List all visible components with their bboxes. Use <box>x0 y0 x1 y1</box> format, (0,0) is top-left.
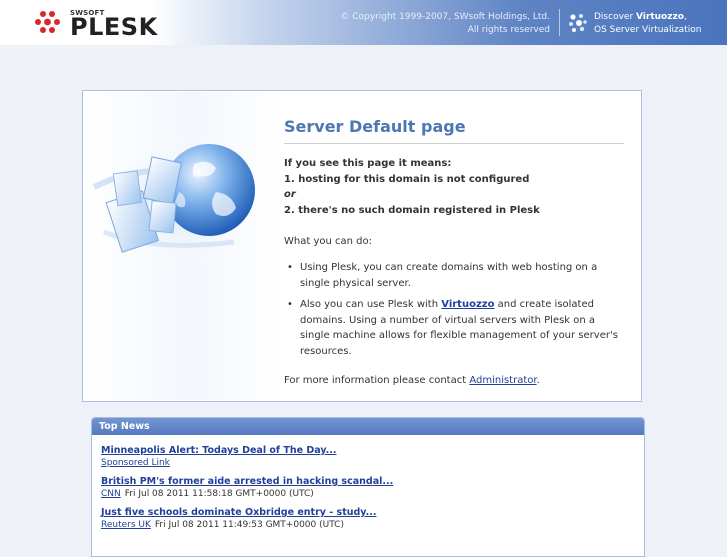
news-title-link[interactable]: British PM's former aide arrested in hac… <box>101 475 644 488</box>
discover-brand: Virtuozzo <box>636 12 684 22</box>
header-divider <box>559 9 560 36</box>
plesk-logo[interactable]: SWSOFT PLESK <box>34 8 157 41</box>
bullet-icon: • <box>287 299 293 310</box>
news-title-link[interactable]: Minneapolis Alert: Todays Deal of The Da… <box>101 444 644 457</box>
news-source-link[interactable]: CNN <box>101 489 121 499</box>
news-source-link[interactable]: Reuters UK <box>101 520 151 530</box>
reason-2: 2. there's no such domain registered in … <box>284 204 540 216</box>
default-page-content: Server Default page If you see this page… <box>284 117 624 388</box>
page-title: Server Default page <box>284 117 466 136</box>
list-item: • Also you can use Plesk with Virtuozzo … <box>284 297 624 359</box>
virtuozzo-cluster-icon[interactable] <box>568 13 588 33</box>
tip-text-before: Also you can use Plesk with <box>300 299 442 310</box>
reasons-heading: If you see this page it means: <box>284 158 452 169</box>
list-item: • Using Plesk, you can create domains wi… <box>284 260 624 291</box>
news-meta: Sponsored Link <box>101 457 644 470</box>
top-news-heading: Top News <box>92 418 644 435</box>
news-source-link[interactable]: Sponsored Link <box>101 458 170 468</box>
discover-suffix: , <box>683 12 687 22</box>
news-item: British PM's former aide arrested in hac… <box>101 475 644 501</box>
news-date: Fri Jul 08 2011 11:58:18 GMT+0000 (UTC) <box>124 489 314 499</box>
news-list: Minneapolis Alert: Todays Deal of The Da… <box>92 435 644 532</box>
news-meta: Reuters UK Fri Jul 08 2011 11:49:53 GMT+0… <box>101 519 644 532</box>
globe-documents-illustration <box>89 132 269 272</box>
news-meta: CNN Fri Jul 08 2011 11:58:18 GMT+0000 (UT… <box>101 488 644 501</box>
reason-1: 1. hosting for this domain is not config… <box>284 173 530 185</box>
default-page-panel: Server Default page If you see this page… <box>82 90 642 402</box>
title-divider <box>284 143 624 144</box>
virtuozzo-link[interactable]: Virtuozzo <box>441 299 494 310</box>
discover-virtuozzo-link[interactable]: Discover Virtuozzo, OS Server Virtualiza… <box>594 11 701 37</box>
discover-subtitle: OS Server Virtualization <box>594 25 702 35</box>
what-you-can-do-heading: What you can do: <box>284 236 372 247</box>
rights-line: All rights reserved <box>467 25 550 35</box>
news-title-link[interactable]: Just five schools dominate Oxbridge entr… <box>101 506 644 519</box>
plesk-dots-logo-icon <box>35 11 60 33</box>
discover-prefix: Discover <box>594 12 636 22</box>
top-news-panel: Top News Minneapolis Alert: Todays Deal … <box>91 417 645 557</box>
tip-text: Using Plesk, you can create domains with… <box>300 262 598 289</box>
panel-illustration-area <box>84 92 280 400</box>
logo-product-text: PLESK <box>70 13 158 41</box>
reasons-block: If you see this page it means: 1. hostin… <box>284 156 624 218</box>
contact-period: . <box>536 375 540 386</box>
copyright-line: © Copyright 1999-2007, SWsoft Holdings, … <box>340 12 550 22</box>
reason-or: or <box>284 189 296 200</box>
copyright-notice: © Copyright 1999-2007, SWsoft Holdings, … <box>340 11 550 37</box>
news-date: Fri Jul 08 2011 11:49:53 GMT+0000 (UTC) <box>154 520 344 530</box>
bullet-icon: • <box>287 262 293 273</box>
page-header: SWSOFT PLESK © Copyright 1999-2007, SWso… <box>0 0 727 45</box>
administrator-link[interactable]: Administrator <box>469 375 536 386</box>
tips-list: • Using Plesk, you can create domains wi… <box>284 260 624 359</box>
contact-line: For more information please contact Admi… <box>284 373 624 388</box>
contact-text: For more information please contact <box>284 375 470 386</box>
news-item: Just five schools dominate Oxbridge entr… <box>101 506 644 532</box>
news-item: Minneapolis Alert: Todays Deal of The Da… <box>101 444 644 470</box>
